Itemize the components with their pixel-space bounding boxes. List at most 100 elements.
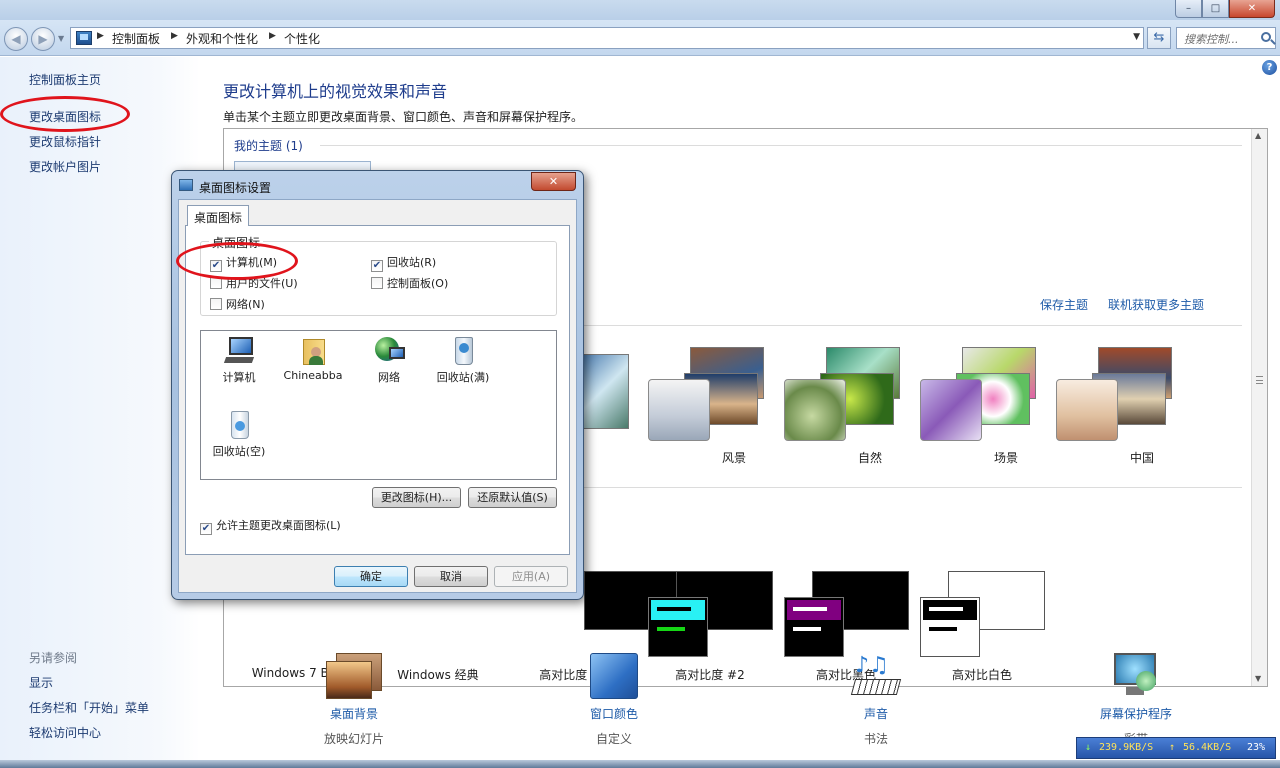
screensaver-setting[interactable]: 屏幕保护程序 彩带 bbox=[1066, 653, 1206, 747]
icon-item-recycle-bin-full[interactable]: 回收站(满) bbox=[423, 335, 503, 385]
network-speed-meter: ↓ 239.9KB/S ↑ 56.4KB/S 23% bbox=[1076, 737, 1276, 759]
computer-icon bbox=[223, 335, 255, 367]
page-title: 更改计算机上的视觉效果和声音 bbox=[223, 82, 448, 101]
back-button[interactable]: ◀ bbox=[4, 27, 28, 51]
theme-china[interactable]: 中国 bbox=[1052, 339, 1192, 474]
address-bar: ◀ ▶ ▼ ▶ 控制面板 ▶ 外观和个性化 ▶ 个性化 ▼ ⇆ 搜索控制... bbox=[0, 20, 1280, 56]
checkbox-unchecked-icon[interactable] bbox=[210, 277, 222, 289]
scroll-up-icon[interactable]: ▲ bbox=[1255, 131, 1261, 140]
recycle-bin-checkbox[interactable]: ✔ 回收站(R) bbox=[371, 254, 436, 272]
get-more-themes-link[interactable]: 联机获取更多主题 bbox=[1108, 296, 1204, 313]
theme-label: 中国 bbox=[1129, 451, 1154, 465]
divider bbox=[320, 145, 1242, 146]
page-subtitle: 单击某个主题立即更改桌面背景、窗口颜色、声音和屏幕保护程序。 bbox=[223, 110, 584, 124]
arrow-right-icon: ▶ bbox=[38, 32, 48, 46]
setting-value: 书法 bbox=[863, 732, 888, 746]
breadcrumb-separator-icon[interactable]: ▶ bbox=[97, 31, 104, 41]
close-window-button[interactable]: ✕ bbox=[1229, 0, 1275, 18]
breadcrumb-appearance[interactable]: 外观和个性化 bbox=[186, 30, 258, 47]
apply-button[interactable]: 应用(A) bbox=[494, 566, 568, 587]
checkbox-checked-icon[interactable]: ✔ bbox=[371, 260, 383, 272]
scroll-down-icon[interactable]: ▼ bbox=[1255, 674, 1261, 683]
tab-desktop-icons[interactable]: 桌面图标 bbox=[187, 205, 249, 226]
tab-panel: 桌面图标 ✔ 计算机(M) ✔ 回收站(R) 用户的文件(U) 控制面板(O) 网络… bbox=[185, 225, 570, 555]
search-input[interactable]: 搜索控制... bbox=[1176, 27, 1276, 49]
minimize-button[interactable]: – bbox=[1175, 0, 1202, 18]
sidebar-item-taskbar[interactable]: 任务栏和「开始」菜单 bbox=[29, 699, 149, 716]
breadcrumb-personalization[interactable]: 个性化 bbox=[284, 30, 320, 47]
dialog-title: 桌面图标设置 bbox=[199, 181, 272, 195]
control-panel-checkbox[interactable]: 控制面板(O) bbox=[371, 275, 448, 291]
close-dialog-button[interactable]: ✕ bbox=[531, 172, 576, 191]
maximize-button[interactable]: □ bbox=[1202, 0, 1229, 18]
desktop-background-setting[interactable]: 桌面背景 放映幻灯片 bbox=[284, 653, 424, 747]
checkbox-unchecked-icon[interactable] bbox=[210, 298, 222, 310]
setting-label[interactable]: 声音 bbox=[806, 705, 946, 722]
setting-value: 自定义 bbox=[595, 732, 632, 746]
desktop-icon-list: 计算机 Chineabba 网络 回收站(满) 回收站(空) bbox=[200, 330, 557, 480]
desktop-background-icon bbox=[326, 653, 382, 699]
close-icon: ✕ bbox=[548, 175, 559, 188]
forward-button[interactable]: ▶ bbox=[31, 27, 55, 51]
recycle-bin-full-icon bbox=[447, 335, 479, 367]
setting-label[interactable]: 桌面背景 bbox=[284, 705, 424, 722]
cancel-button[interactable]: 取消 bbox=[414, 566, 488, 587]
search-icon bbox=[1261, 32, 1271, 42]
allow-themes-checkbox[interactable]: ✔ 允许主题更改桌面图标(L) bbox=[200, 517, 341, 535]
save-theme-link[interactable]: 保存主题 bbox=[1040, 296, 1088, 313]
user-files-checkbox[interactable]: 用户的文件(U) bbox=[210, 275, 298, 291]
recent-pages-dropdown[interactable]: ▼ bbox=[58, 34, 64, 43]
recycle-bin-empty-icon bbox=[223, 409, 255, 441]
search-placeholder: 搜索控制... bbox=[1184, 33, 1239, 46]
checkbox-unchecked-icon[interactable] bbox=[371, 277, 383, 289]
setting-label[interactable]: 屏幕保护程序 bbox=[1066, 705, 1206, 722]
change-icon-button[interactable]: 更改图标(H)... bbox=[372, 487, 461, 508]
theme-scrollbar[interactable]: ▲ ▼ bbox=[1251, 129, 1267, 686]
group-legend: 桌面图标 bbox=[209, 234, 264, 251]
icon-item-network[interactable]: 网络 bbox=[349, 335, 429, 385]
sidebar-item-account-picture[interactable]: 更改帐户图片 bbox=[29, 158, 101, 175]
window-color-setting[interactable]: 窗口颜色 自定义 bbox=[544, 653, 684, 747]
arrow-left-icon: ◀ bbox=[11, 32, 21, 46]
sidebar-item-desktop-icons[interactable]: 更改桌面图标 bbox=[29, 108, 101, 125]
help-icon[interactable]: ? bbox=[1262, 60, 1277, 75]
breadcrumb-separator-icon[interactable]: ▶ bbox=[171, 31, 178, 41]
dialog-body: 桌面图标 桌面图标 ✔ 计算机(M) ✔ 回收站(R) 用户的文件(U) 控制面板(… bbox=[178, 199, 577, 593]
network-icon bbox=[373, 335, 405, 367]
sidebar-item-display[interactable]: 显示 bbox=[29, 674, 53, 691]
sidebar-item-ease-of-access[interactable]: 轻松访问中心 bbox=[29, 724, 101, 741]
sidebar: 控制面板主页 更改桌面图标 更改鼠标指针 更改帐户图片 另请参阅 显示 任务栏和… bbox=[0, 57, 200, 768]
control-panel-icon bbox=[76, 31, 92, 45]
theme-nature[interactable]: 自然 bbox=[780, 339, 920, 474]
window-color-icon bbox=[590, 653, 638, 699]
sidebar-item-mouse-pointers[interactable]: 更改鼠标指针 bbox=[29, 133, 101, 150]
breadcrumb-separator-icon[interactable]: ▶ bbox=[269, 31, 276, 41]
ok-button[interactable]: 确定 bbox=[334, 566, 408, 587]
chevron-down-icon[interactable]: ▼ bbox=[1133, 32, 1140, 42]
see-also-heading: 另请参阅 bbox=[29, 651, 78, 665]
network-checkbox[interactable]: 网络(N) bbox=[210, 296, 265, 312]
download-speed: 239.9KB/S bbox=[1099, 742, 1154, 753]
user-folder-icon bbox=[297, 335, 329, 367]
icon-item-computer[interactable]: 计算机 bbox=[199, 335, 279, 385]
theme-partial[interactable] bbox=[574, 334, 644, 444]
computer-checkbox[interactable]: ✔ 计算机(M) bbox=[210, 254, 277, 272]
sidebar-item-home[interactable]: 控制面板主页 bbox=[29, 71, 101, 88]
scroll-thumb[interactable] bbox=[1256, 376, 1263, 384]
sounds-setting[interactable]: ♪♫ 声音 书法 bbox=[806, 653, 946, 747]
setting-label[interactable]: 窗口颜色 bbox=[544, 705, 684, 722]
checkbox-checked-icon[interactable]: ✔ bbox=[210, 260, 222, 272]
checkbox-checked-icon[interactable]: ✔ bbox=[200, 523, 212, 535]
sounds-icon: ♪♫ bbox=[850, 653, 902, 699]
desktop-icon-settings-dialog: 桌面图标设置 ✕ 桌面图标 桌面图标 ✔ 计算机(M) ✔ 回收站(R) 用户的文件… bbox=[171, 170, 584, 600]
icon-item-recycle-bin-empty[interactable]: 回收站(空) bbox=[199, 409, 279, 459]
theme-landscapes[interactable]: 风景 bbox=[644, 339, 784, 474]
breadcrumb[interactable]: ▶ 控制面板 ▶ 外观和个性化 ▶ 个性化 ▼ bbox=[70, 27, 1144, 49]
breadcrumb-control-panel[interactable]: 控制面板 bbox=[112, 30, 160, 47]
theme-scenes[interactable]: 场景 bbox=[916, 339, 1056, 474]
cpu-usage: 23% bbox=[1247, 742, 1266, 753]
icon-item-user-folder[interactable]: Chineabba bbox=[273, 335, 353, 382]
restore-default-button[interactable]: 还原默认值(S) bbox=[468, 487, 557, 508]
refresh-button[interactable]: ⇆ bbox=[1147, 27, 1171, 49]
taskbar[interactable] bbox=[0, 760, 1280, 768]
